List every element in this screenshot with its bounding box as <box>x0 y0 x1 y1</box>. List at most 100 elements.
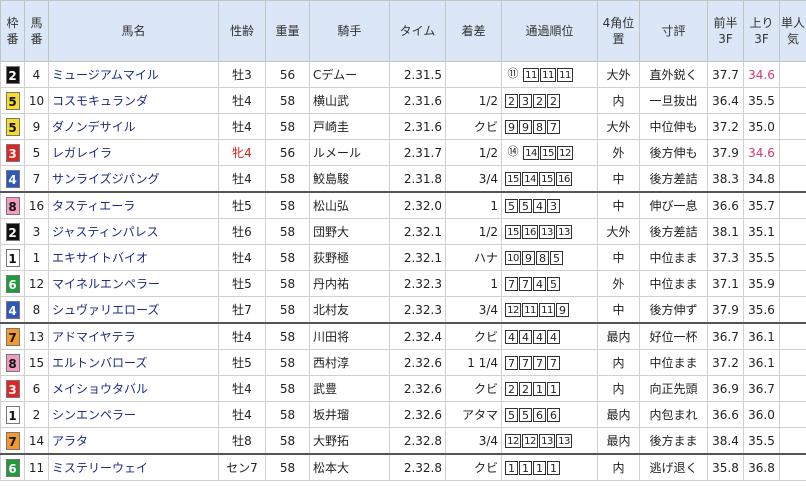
umaban-cell: 13 <box>24 322 49 350</box>
waku-cell: 7 <box>0 427 25 455</box>
passing-position: 3 <box>547 198 560 213</box>
pop-cell <box>779 244 806 271</box>
last3f-cell: 35.7 <box>743 191 780 219</box>
umaban-cell: 7 <box>24 165 49 193</box>
time-cell: 2.32.0 <box>389 191 446 219</box>
passing-position: 1 <box>505 460 518 475</box>
passing-cell: 2322 <box>501 87 598 114</box>
last3f-cell: 36.0 <box>743 401 780 428</box>
table-row: 2 3 ジャスティンパレス 牡6 58 団野大 2.32.1 1/2 15 16 13 13 大外 後方差… <box>0 218 806 245</box>
umaban-cell: 12 <box>24 270 49 297</box>
waku-badge: 1 <box>5 405 20 424</box>
passing-position: 4 <box>519 329 532 344</box>
margin-cell: クビ <box>445 375 502 402</box>
sexage-cell: 牡4 <box>218 165 266 193</box>
first3f-cell: 37.3 <box>707 244 744 271</box>
passing-cell: 5543 <box>501 191 598 219</box>
passing-position: 7 <box>519 276 532 291</box>
passing-position: 9 <box>522 250 535 265</box>
horse-name: レガレイラ <box>48 139 219 166</box>
weight-cell: 58 <box>265 453 310 481</box>
table-row: 3 6 メイショウタバル 牡4 58 武豊 2.32.6 クビ 2 2 1 1 内向正先頭 36.9 36.… <box>0 375 806 402</box>
last3f-cell: 35.1 <box>743 218 780 245</box>
passing-position: 13 <box>556 224 572 239</box>
passing-cell: ⑭ 14 15 12 <box>501 139 598 166</box>
table-row: 1 2 シンエンペラー 牡4 58 坂井瑠 2.32.6 アタマ 5 5 6 6 最内 内包まれ 36.6 3… <box>0 401 806 428</box>
waku-cell: 7 <box>0 322 25 350</box>
passing-position: 2 <box>519 381 532 396</box>
corner4-cell: 内 <box>597 87 640 114</box>
corner4-cell: 外 <box>597 139 640 166</box>
first3f-cell: 37.7 <box>707 61 744 88</box>
jockey-cell: 丹内祐 <box>309 270 390 297</box>
weight-cell: 58 <box>265 322 310 350</box>
margin-cell: アタマ <box>445 401 502 428</box>
umaban-cell: 1 <box>24 244 49 271</box>
passing-cell: 12 12 13 13 <box>501 427 598 455</box>
weight-cell: 58 <box>265 270 310 297</box>
passing-position: 7 <box>505 355 518 370</box>
comment-cell: 後方差詰 <box>639 218 708 245</box>
time-cell: 2.31.8 <box>389 165 446 193</box>
time-cell: 2.32.8 <box>389 453 446 481</box>
horse-name: エルトンバローズ <box>48 349 219 376</box>
passing-position: 5 <box>550 250 563 265</box>
passing-cell: 15 16 13 13 <box>501 218 598 245</box>
waku-badge: 3 <box>5 143 20 162</box>
comment-cell: 後方伸も <box>639 139 708 166</box>
passing-position: 15 <box>505 171 521 186</box>
last3f-cell: 36.8 <box>743 453 780 481</box>
passing-position: 10 <box>505 250 521 265</box>
passing-position: 4 <box>533 198 546 213</box>
waku-cell: 8 <box>0 191 25 219</box>
passing-position: 2 <box>505 381 518 396</box>
race-result-table: 枠番 馬番 馬名 性齢 重量 騎手 タイム 着差 通過順位 4角位置 寸評 前半… <box>0 0 806 481</box>
corner4-cell: 最内 <box>597 322 640 350</box>
header-passing: 通過順位 <box>501 0 598 62</box>
horse-name: ダノンデサイル <box>48 113 219 140</box>
time-cell: 2.32.3 <box>389 296 446 324</box>
first3f-cell: 36.7 <box>707 322 744 350</box>
passing-position: 5 <box>519 407 532 422</box>
corner4-cell: 外 <box>597 270 640 297</box>
pop-cell <box>779 349 806 376</box>
passing-position: ⑪ <box>507 66 519 80</box>
jockey-cell: 松本大 <box>309 453 390 481</box>
sexage-cell: 牝4 <box>218 139 266 166</box>
pop-cell <box>779 270 806 297</box>
horse-name: メイショウタバル <box>48 375 219 402</box>
corner4-cell: 内 <box>597 375 640 402</box>
first3f-cell: 37.1 <box>707 270 744 297</box>
last3f-cell: 35.5 <box>743 87 780 114</box>
margin-cell: クビ <box>445 113 502 140</box>
passing-position: 1 <box>519 460 532 475</box>
waku-badge: 2 <box>5 65 20 84</box>
margin-cell: 1/2 <box>445 218 502 245</box>
passing-position: 5 <box>519 198 532 213</box>
header-waku: 枠番 <box>0 0 25 62</box>
passing-position: 9 <box>505 119 518 134</box>
corner4-cell: 中 <box>597 191 640 219</box>
jockey-cell: 横山武 <box>309 87 390 114</box>
pop-cell <box>779 113 806 140</box>
first3f-cell: 37.2 <box>707 113 744 140</box>
umaban-cell: 5 <box>24 139 49 166</box>
sexage-cell: 牡5 <box>218 349 266 376</box>
first3f-cell: 38.1 <box>707 218 744 245</box>
pop-cell <box>779 218 806 245</box>
passing-cell: 4444 <box>501 322 598 350</box>
waku-badge: 6 <box>5 458 20 477</box>
passing-position: 4 <box>533 276 546 291</box>
comment-cell: 好位一杯 <box>639 322 708 350</box>
horse-name: タスティエーラ <box>48 191 219 219</box>
weight-cell: 58 <box>265 349 310 376</box>
waku-badge: 1 <box>5 248 20 267</box>
table-row: 5 9 ダノンデサイル 牡4 58 戸崎圭 2.31.6 クビ 9 9 8 7 大外 中位伸も 37.2 35… <box>0 113 806 140</box>
margin-cell: クビ <box>445 453 502 481</box>
passing-position: 7 <box>547 355 560 370</box>
comment-cell: 伸び一息 <box>639 191 708 219</box>
first3f-cell: 35.8 <box>707 453 744 481</box>
umaban-cell: 10 <box>24 87 49 114</box>
sexage-cell: 牡5 <box>218 191 266 219</box>
sexage-cell: セン7 <box>218 453 266 481</box>
